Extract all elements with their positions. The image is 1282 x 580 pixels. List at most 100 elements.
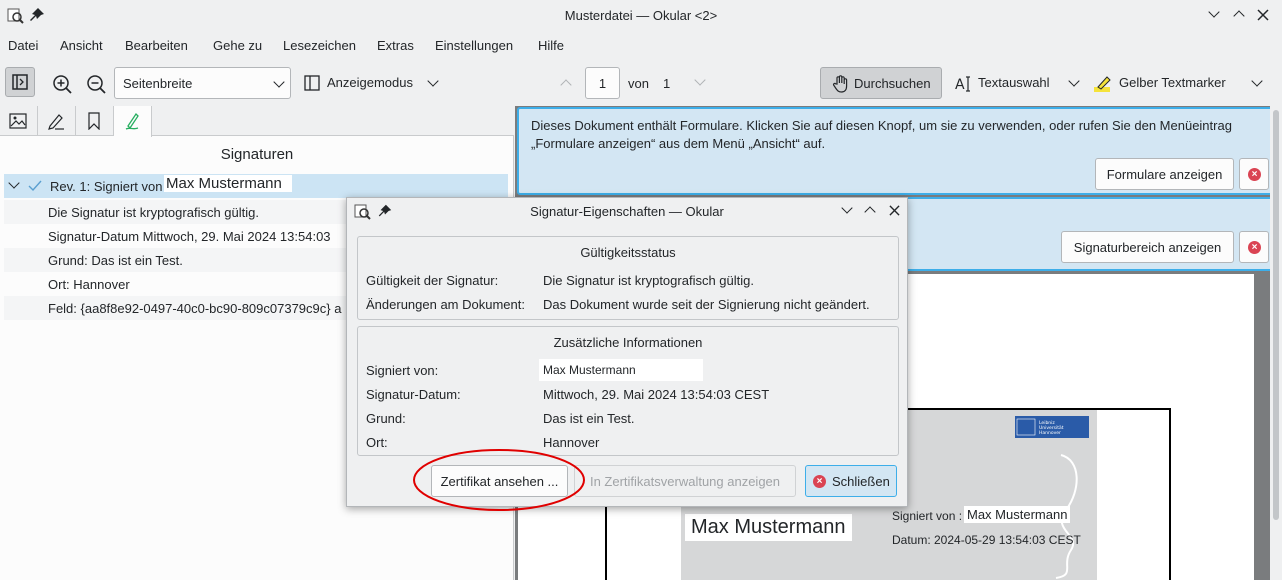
red-highlight-ellipse xyxy=(413,449,585,511)
page-number-input[interactable]: 1 xyxy=(585,67,620,99)
location-label: Ort: xyxy=(366,435,388,450)
signature-icon xyxy=(125,112,139,130)
annotation-pen-icon xyxy=(48,114,64,130)
text-select-button[interactable]: A Textauswahl xyxy=(950,67,1085,99)
checkmark-icon xyxy=(28,180,42,192)
next-page-icon[interactable] xyxy=(694,74,706,86)
signatures-panel-title: Signaturen xyxy=(220,146,294,163)
date-value: Mittwoch, 29. Mai 2024 13:54:03 CEST xyxy=(543,387,770,402)
menu-gehe-zu[interactable]: Gehe zu xyxy=(213,38,262,53)
menu-datei[interactable]: Datei xyxy=(8,38,38,53)
signed-by-value: Max Mustermann xyxy=(539,359,703,381)
close-dialog-label: Schließen xyxy=(832,474,890,489)
signed-by-label: Signiert von : xyxy=(892,509,963,523)
menu-einstellungen[interactable]: Einstellungen xyxy=(435,38,513,53)
validity-label: Gültigkeit der Signatur: xyxy=(366,273,499,288)
menu-bearbeiten[interactable]: Bearbeiten xyxy=(125,38,188,53)
page-of-label: von xyxy=(628,76,649,91)
tab-signatures[interactable] xyxy=(114,106,152,137)
sidebar-toggle-button[interactable] xyxy=(5,67,35,97)
certificate-manager-label: In Zertifikatsverwaltung anzeigen xyxy=(589,474,781,489)
signer-name-large: Max Mustermann xyxy=(685,514,852,541)
close-signature-banner-button[interactable]: × xyxy=(1239,231,1269,263)
close-circle-icon: × xyxy=(1248,168,1261,181)
dialog-title: Signatur-Eigenschaften — Okular xyxy=(530,204,724,219)
text-select-icon: A xyxy=(955,76,970,93)
hand-icon xyxy=(832,75,848,93)
tab-annotations[interactable] xyxy=(38,106,76,136)
signature-revision-row[interactable]: Rev. 1: Signiert von Max Mustermann xyxy=(4,174,508,198)
reason-label: Grund: xyxy=(366,411,406,426)
zoom-out-icon[interactable] xyxy=(86,74,106,94)
detail-reason: Grund: Das ist ein Test. xyxy=(48,253,183,268)
highlighter-button[interactable]: Gelber Textmarker xyxy=(1090,67,1270,99)
expand-chevron-icon[interactable] xyxy=(8,177,20,189)
certificate-manager-button[interactable]: In Zertifikatsverwaltung anzeigen xyxy=(574,465,796,497)
changes-value: Das Dokument wurde seit der Signierung n… xyxy=(543,297,870,312)
chevron-down-icon xyxy=(1068,75,1080,87)
minimize-button[interactable] xyxy=(1208,6,1220,20)
browse-tool-button[interactable]: Durchsuchen xyxy=(820,67,942,99)
close-forms-banner-button[interactable]: × xyxy=(1239,158,1269,190)
close-circle-icon: × xyxy=(1248,241,1261,254)
show-forms-button[interactable]: Formulare anzeigen xyxy=(1095,158,1234,190)
detail-field: Feld: {aa8f8e92-0497-40c0-bc90-809c07379… xyxy=(48,301,342,316)
view-mode-label: Anzeigemodus xyxy=(327,75,413,90)
zoom-mode-combobox[interactable]: Seitenbreite xyxy=(114,67,291,99)
revision-label: Rev. 1: Signiert von xyxy=(50,179,163,194)
maximize-button[interactable] xyxy=(1233,8,1245,22)
menu-bar: Datei Ansicht Bearbeiten Gehe zu Lesezei… xyxy=(0,33,1282,57)
bookmark-icon xyxy=(88,112,100,130)
page-total-label: 1 xyxy=(663,76,671,91)
detail-date: Signatur-Datum Mittwoch, 29. Mai 2024 13… xyxy=(48,229,331,244)
zoom-in-icon[interactable] xyxy=(52,74,72,94)
dialog-close-icon[interactable] xyxy=(889,205,900,216)
reason-value: Das ist ein Test. xyxy=(543,411,635,426)
svg-text:A: A xyxy=(955,77,965,93)
menu-ansicht[interactable]: Ansicht xyxy=(60,38,103,53)
close-circle-icon: × xyxy=(813,475,826,488)
chevron-down-icon xyxy=(427,75,439,87)
validity-value: Die Signatur ist kryptografisch gültig. xyxy=(543,273,754,288)
university-logo: Leibniz Universität Hannover xyxy=(1015,416,1089,438)
main-toolbar: Seitenbreite Anzeigemodus 1 von 1 Durchs… xyxy=(0,60,1282,106)
view-mode-icon xyxy=(304,75,320,91)
zoom-mode-value: Seitenbreite xyxy=(123,76,193,91)
view-mode-button[interactable]: Anzeigemodus xyxy=(300,67,445,99)
validity-status-group: Gültigkeitsstatus Gültigkeit der Signatu… xyxy=(357,236,899,320)
tab-bookmarks[interactable] xyxy=(76,106,114,136)
validity-group-title: Gültigkeitsstatus xyxy=(580,245,676,260)
menu-lesezeichen[interactable]: Lesezeichen xyxy=(283,38,356,53)
menu-extras[interactable]: Extras xyxy=(377,38,414,53)
image-icon xyxy=(9,113,27,129)
text-select-label: Textauswahl xyxy=(978,75,1050,90)
sidebar-tabs xyxy=(0,106,514,137)
additional-info-group: Zusätzliche Informationen Signiert von: … xyxy=(357,326,899,456)
svg-text:Hannover: Hannover xyxy=(1039,430,1061,436)
previous-page-icon[interactable] xyxy=(560,79,572,91)
vertical-scrollbar[interactable] xyxy=(1270,106,1282,580)
show-signature-panel-label: Signaturbereich anzeigen xyxy=(1073,240,1222,255)
forms-message-text: Dieses Dokument enthält Formulare. Klick… xyxy=(531,118,1232,151)
signature-date-line: Datum: 2024-05-29 13:54:03 CEST xyxy=(892,533,1081,547)
chevron-down-icon xyxy=(1251,75,1263,87)
sidebar-toggle-icon xyxy=(12,74,28,90)
changes-label: Änderungen am Dokument: xyxy=(366,297,525,312)
scrollbar-thumb[interactable] xyxy=(1273,110,1279,520)
info-group-title: Zusätzliche Informationen xyxy=(553,335,703,350)
page-number-value: 1 xyxy=(598,76,607,91)
highlighter-icon xyxy=(1094,76,1111,92)
tab-thumbnails[interactable] xyxy=(0,106,38,136)
close-window-icon[interactable] xyxy=(1257,9,1269,21)
revision-signer: Max Mustermann xyxy=(164,175,292,192)
detail-location: Ort: Hannover xyxy=(48,277,130,292)
title-bar: Musterdatei — Okular <2> xyxy=(0,0,1282,30)
chevron-down-icon xyxy=(273,76,285,88)
signed-by-label: Signiert von: xyxy=(366,363,439,378)
browse-tool-label: Durchsuchen xyxy=(854,76,931,91)
show-signature-panel-button[interactable]: Signaturbereich anzeigen xyxy=(1061,231,1234,263)
menu-hilfe[interactable]: Hilfe xyxy=(538,38,564,53)
date-label: Signatur-Datum: xyxy=(366,387,461,402)
signed-by-value: Max Mustermann xyxy=(964,506,1071,523)
close-dialog-button[interactable]: × Schließen xyxy=(805,465,897,497)
